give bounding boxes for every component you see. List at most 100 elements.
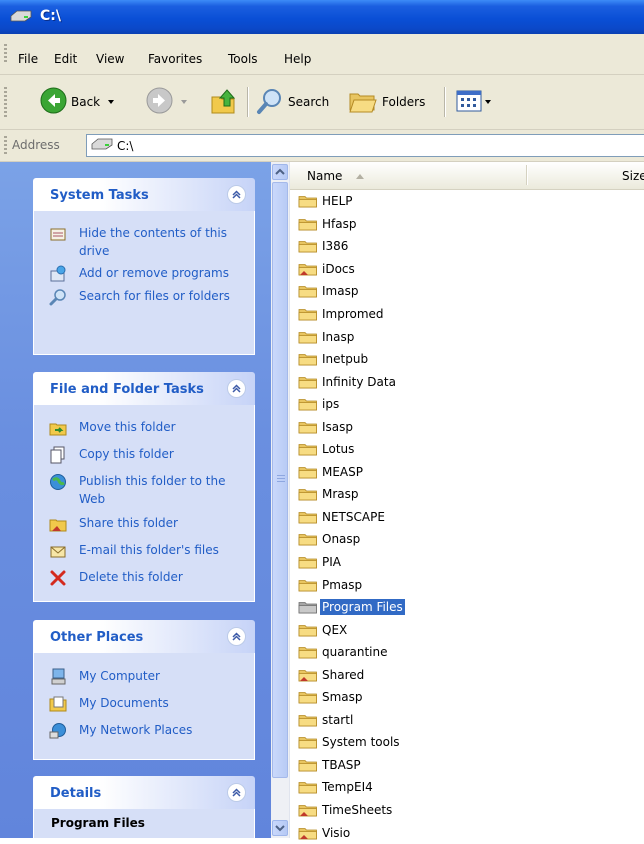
up-folder-icon (210, 87, 238, 118)
menubar-grip[interactable] (4, 44, 7, 64)
task-email-files[interactable]: E-mail this folder's files (34, 541, 254, 560)
menu-file[interactable]: File (18, 52, 38, 66)
place-my-computer[interactable]: My Computer (34, 667, 254, 686)
file-row[interactable]: startl (298, 709, 405, 732)
folders-button[interactable]: Folders (348, 88, 425, 116)
file-row[interactable]: HELP (298, 190, 405, 213)
place-my-network-places[interactable]: My Network Places (34, 721, 254, 740)
file-folder-tasks-header[interactable]: File and Folder Tasks (33, 372, 255, 405)
system-tasks-title: System Tasks (50, 188, 149, 203)
scroll-thumb[interactable] (272, 182, 288, 778)
file-name: Imasp (322, 284, 359, 299)
system-tasks-panel: System Tasks Hide the contents of this d… (33, 178, 255, 355)
menu-bar: File Edit View Favorites Tools Help (0, 34, 644, 75)
task-add-remove-programs[interactable]: Add or remove programs (34, 264, 254, 283)
file-row[interactable]: iDocs (298, 258, 405, 281)
menu-favorites[interactable]: Favorites (148, 52, 202, 66)
file-name: MEASP (322, 464, 363, 479)
address-input[interactable]: C:\ (86, 134, 644, 157)
back-dropdown-icon[interactable] (108, 100, 115, 104)
file-row[interactable]: Shared (298, 663, 405, 686)
file-row[interactable]: Impromed (298, 303, 405, 326)
vertical-scrollbar[interactable] (271, 162, 290, 838)
addressbar-grip[interactable] (4, 136, 7, 154)
task-pane: System Tasks Hide the contents of this d… (0, 162, 271, 838)
title-bar[interactable]: C:\ (0, 0, 644, 34)
add-remove-programs-icon (49, 265, 67, 283)
file-row[interactable]: QEX (298, 618, 405, 641)
up-folder-button[interactable] (210, 88, 238, 116)
file-row[interactable]: Smasp (298, 686, 405, 709)
address-value: C:\ (117, 138, 134, 153)
task-publish-folder[interactable]: Publish this folder to the Web (34, 472, 254, 508)
file-row[interactable]: System tools (298, 731, 405, 754)
file-row[interactable]: Visio (298, 821, 405, 844)
forward-arrow-icon (146, 87, 173, 117)
file-row[interactable]: Pmasp (298, 573, 405, 596)
folder-icon (298, 194, 318, 208)
file-row[interactable]: Infinity Data (298, 370, 405, 393)
folder-icon (298, 623, 318, 637)
file-list-pane: Name Size HELP Hfasp I386 iDocs Imasp Improme… (271, 162, 644, 840)
task-copy-folder[interactable]: Copy this folder (34, 445, 254, 464)
file-row[interactable]: Inasp (298, 325, 405, 348)
file-row[interactable]: quarantine (298, 641, 405, 664)
task-share-folder[interactable]: Share this folder (34, 514, 254, 533)
file-row[interactable]: I386 (298, 235, 405, 258)
views-dropdown-icon[interactable] (485, 100, 491, 104)
collapse-chevron-icon[interactable] (227, 783, 246, 802)
forward-button[interactable] (146, 87, 187, 117)
forward-dropdown-icon[interactable] (181, 100, 187, 104)
menu-help[interactable]: Help (284, 52, 311, 66)
folder-icon (298, 668, 318, 682)
file-row[interactable]: Hfasp (298, 213, 405, 236)
menu-tools[interactable]: Tools (228, 52, 258, 66)
task-search-files[interactable]: Search for files or folders (34, 287, 254, 306)
details-panel: Details Program Files (33, 776, 255, 838)
back-button[interactable]: Back (40, 87, 115, 116)
folder-icon (298, 713, 318, 727)
file-row[interactable]: MEASP (298, 461, 405, 484)
file-row[interactable]: TempEI4 (298, 776, 405, 799)
column-divider[interactable] (526, 165, 528, 185)
file-row[interactable]: Lotus (298, 438, 405, 461)
task-delete-folder[interactable]: Delete this folder (34, 568, 254, 587)
collapse-chevron-icon[interactable] (227, 185, 246, 204)
scroll-down-button[interactable] (272, 820, 288, 836)
views-button[interactable] (456, 88, 491, 116)
collapse-chevron-icon[interactable] (227, 627, 246, 646)
system-tasks-header[interactable]: System Tasks (33, 178, 255, 211)
address-bar: Address C:\ (0, 130, 644, 162)
column-size[interactable]: Size (622, 169, 644, 183)
menu-edit[interactable]: Edit (54, 52, 77, 66)
delete-icon (49, 569, 67, 587)
file-row[interactable]: Inetpub (298, 348, 405, 371)
search-button[interactable]: Search (256, 88, 329, 116)
file-row[interactable]: Mrasp (298, 483, 405, 506)
menu-view[interactable]: View (96, 52, 124, 66)
file-name: TBASP (322, 757, 361, 772)
sort-ascending-icon (356, 174, 364, 179)
other-places-header[interactable]: Other Places (33, 620, 255, 653)
task-move-folder[interactable]: Move this folder (34, 418, 254, 437)
file-row[interactable]: TBASP (298, 754, 405, 777)
scroll-up-button[interactable] (272, 164, 288, 180)
file-row[interactable]: Isasp (298, 415, 405, 438)
file-row[interactable]: PIA (298, 551, 405, 574)
views-icon (456, 89, 482, 116)
file-row[interactable]: Onasp (298, 528, 405, 551)
task-hide-drive-contents[interactable]: Hide the contents of this drive (34, 224, 254, 260)
file-row[interactable]: Program Files (298, 596, 405, 619)
file-row[interactable]: NETSCAPE (298, 506, 405, 529)
folder-icon (298, 532, 318, 546)
toolbar-grip[interactable] (4, 87, 7, 117)
file-row[interactable]: ips (298, 393, 405, 416)
place-my-documents[interactable]: My Documents (34, 694, 254, 713)
details-header[interactable]: Details (33, 776, 255, 809)
file-row[interactable]: TimeSheets (298, 799, 405, 822)
file-name: PIA (322, 555, 341, 570)
file-row[interactable]: Imasp (298, 280, 405, 303)
window-title: C:\ (40, 8, 61, 24)
collapse-chevron-icon[interactable] (227, 379, 246, 398)
column-name[interactable]: Name (307, 169, 342, 183)
